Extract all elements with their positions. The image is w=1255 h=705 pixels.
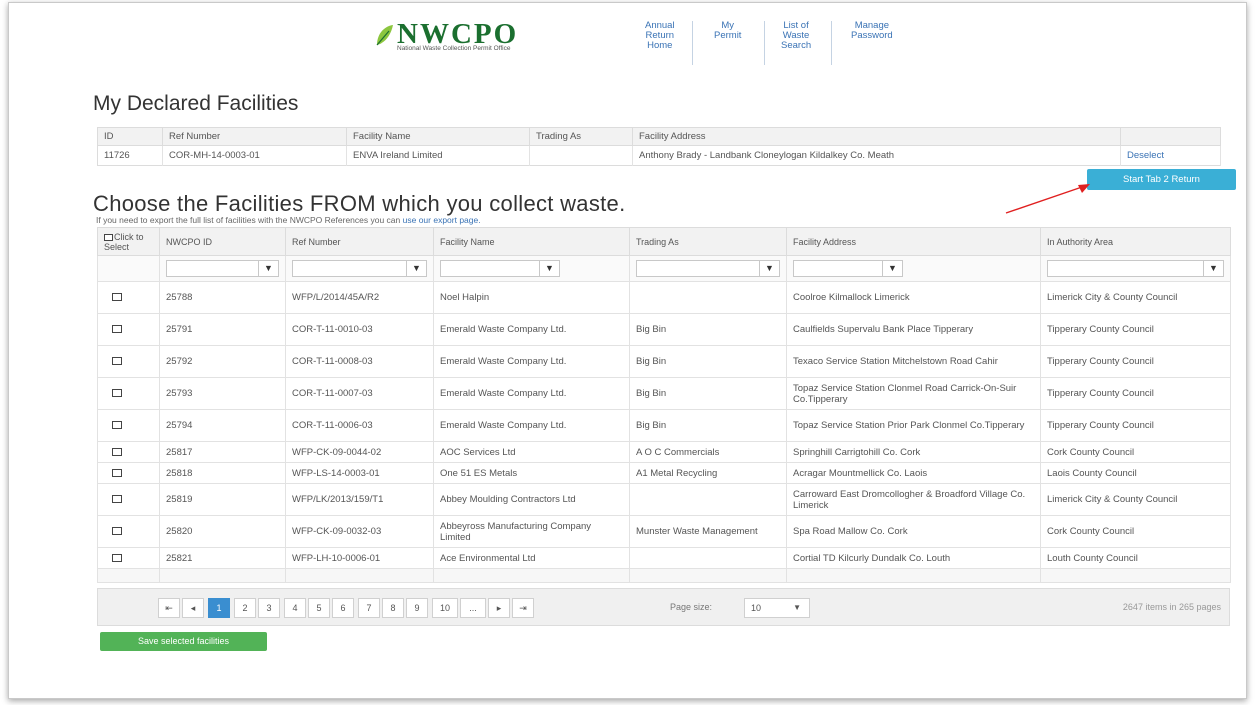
prev-page-button[interactable]: ◂: [182, 598, 204, 618]
page-frame: NWCPO National Waste Collection Permit O…: [8, 2, 1247, 699]
page-9-button[interactable]: 9: [406, 598, 428, 618]
export-help-text: If you need to export the full list of f…: [96, 215, 481, 225]
col-header[interactable]: In Authority Area: [1040, 227, 1231, 256]
table-row[interactable]: 25817 WFP-CK-09-0044-02 AOC Services Ltd…: [97, 441, 1231, 463]
first-page-button[interactable]: ⇤: [158, 598, 180, 618]
col-header: [1120, 127, 1221, 146]
page-5-button[interactable]: 5: [308, 598, 330, 618]
pager-info: 2647 items in 265 pages: [1122, 602, 1221, 612]
nwcpo-logo[interactable]: NWCPO National Waste Collection Permit O…: [371, 19, 611, 57]
row-select-checkbox[interactable]: [112, 468, 122, 477]
page-size-label: Page size:: [670, 602, 713, 612]
page-8-button[interactable]: 8: [382, 598, 404, 618]
table-row[interactable]: 25793 COR-T-11-0007-03 Emerald Waste Com…: [97, 377, 1231, 410]
col-header: Ref Number: [162, 127, 347, 146]
choose-facilities-title: Choose the Facilities FROM which you col…: [93, 191, 626, 216]
filter-ref-number[interactable]: ▼: [292, 260, 427, 277]
row-select-checkbox[interactable]: [112, 495, 122, 504]
page-10-button[interactable]: 10: [432, 598, 458, 618]
chevron-down-icon: ▼: [793, 603, 801, 612]
nav-my-permit[interactable]: My Permit: [714, 21, 741, 41]
col-header[interactable]: Facility Name: [433, 227, 630, 256]
filter-facility-address[interactable]: ▼: [793, 260, 903, 277]
table-row[interactable]: 25788 WFP/L/2014/45A/R2 Noel Halpin Cool…: [97, 281, 1231, 314]
table-row[interactable]: 25818 WFP-LS-14-0003-01 One 51 ES Metals…: [97, 462, 1231, 484]
cell-ref: COR-MH-14-0003-01: [162, 145, 347, 166]
cell-address: Anthony Brady - Landbank Cloneylogan Kil…: [632, 145, 1121, 166]
row-select-checkbox[interactable]: [112, 357, 122, 366]
filter-dropdown-icon[interactable]: ▼: [406, 261, 426, 276]
nav-manage-password[interactable]: Manage Password: [851, 21, 893, 41]
table-row[interactable]: 25792 COR-T-11-0008-03 Emerald Waste Com…: [97, 345, 1231, 378]
col-header[interactable]: Ref Number: [285, 227, 434, 256]
filter-trading-as[interactable]: ▼: [636, 260, 780, 277]
cell-id: 11726: [97, 145, 163, 166]
declared-facilities-title: My Declared Facilities: [93, 92, 299, 115]
table-row: 11726 COR-MH-14-0003-01 ENVA Ireland Lim…: [97, 145, 1221, 166]
col-header[interactable]: Facility Address: [786, 227, 1041, 256]
row-select-checkbox[interactable]: [112, 447, 122, 456]
col-header: Facility Address: [632, 127, 1121, 146]
col-header: Trading As: [529, 127, 633, 146]
table-row[interactable]: 25794 COR-T-11-0006-03 Emerald Waste Com…: [97, 409, 1231, 442]
site-header: NWCPO National Waste Collection Permit O…: [9, 3, 1246, 73]
page-3-button[interactable]: 3: [258, 598, 280, 618]
last-page-button[interactable]: ⇥: [512, 598, 534, 618]
row-select-checkbox[interactable]: [112, 389, 122, 398]
select-all-checkbox[interactable]: [104, 233, 113, 241]
col-header[interactable]: NWCPO ID: [159, 227, 286, 256]
filter-dropdown-icon[interactable]: ▼: [1203, 261, 1223, 276]
declared-header-row: ID Ref Number Facility Name Trading As F…: [97, 127, 1221, 146]
select-all-header[interactable]: Click to Select: [97, 227, 160, 256]
filter-authority-area[interactable]: ▼: [1047, 260, 1224, 277]
filter-dropdown-icon[interactable]: ▼: [258, 261, 278, 276]
table-row-empty: [97, 568, 1231, 583]
page-2-button[interactable]: 2: [234, 598, 256, 618]
col-header: Facility Name: [346, 127, 530, 146]
filter-dropdown-icon[interactable]: ▼: [759, 261, 779, 276]
grid-pager: ⇤ ◂ 1 2 3 4 5 6 7 8 9 10 ... ▸ ⇥ Page si…: [97, 588, 1230, 626]
nav-annual-return-home[interactable]: Annual Return Home: [645, 21, 675, 51]
table-row[interactable]: 25821 WFP-LH-10-0006-01 Ace Environmenta…: [97, 547, 1231, 569]
col-header[interactable]: Trading As: [629, 227, 787, 256]
table-row[interactable]: 25820 WFP-CK-09-0032-03 Abbeyross Manufa…: [97, 515, 1231, 548]
logo-leaf-icon: [376, 25, 393, 46]
next-page-button[interactable]: ▸: [488, 598, 510, 618]
save-selected-facilities-button[interactable]: Save selected facilities: [100, 632, 267, 651]
row-select-checkbox[interactable]: [112, 325, 122, 334]
filter-facility-name[interactable]: ▼: [440, 260, 560, 277]
nav-divider: [692, 21, 693, 65]
logo-subtitle: National Waste Collection Permit Office: [397, 45, 511, 52]
filter-dropdown-icon[interactable]: ▼: [539, 261, 559, 276]
nav-divider: [831, 21, 832, 65]
row-select-checkbox[interactable]: [112, 527, 122, 536]
page-6-button[interactable]: 6: [332, 598, 354, 618]
row-select-checkbox[interactable]: [112, 553, 122, 562]
filter-nwcpo-id[interactable]: ▼: [166, 260, 279, 277]
more-pages-button[interactable]: ...: [460, 598, 486, 618]
cell-name: ENVA Ireland Limited: [346, 145, 530, 166]
start-tab2-return-button[interactable]: Start Tab 2 Return: [1087, 169, 1236, 190]
nav-list-of-waste-search[interactable]: List of Waste Search: [781, 21, 811, 51]
row-select-checkbox[interactable]: [112, 293, 122, 302]
table-row[interactable]: 25791 COR-T-11-0010-03 Emerald Waste Com…: [97, 313, 1231, 346]
cell-trading: [529, 145, 633, 166]
grid-header-row: Click to Select NWCPO ID Ref Number Faci…: [97, 227, 1231, 256]
table-row[interactable]: 25819 WFP/LK/2013/159/T1 Abbey Moulding …: [97, 483, 1231, 516]
nav-divider: [764, 21, 765, 65]
page-size-select[interactable]: 10 ▼: [744, 598, 810, 618]
export-page-link[interactable]: use our export page.: [403, 215, 481, 225]
facilities-grid: Click to Select NWCPO ID Ref Number Faci…: [97, 227, 1231, 583]
page-4-button[interactable]: 4: [284, 598, 306, 618]
col-header: ID: [97, 127, 163, 146]
page-7-button[interactable]: 7: [358, 598, 380, 618]
declared-facilities-table: ID Ref Number Facility Name Trading As F…: [97, 127, 1221, 166]
row-select-checkbox[interactable]: [112, 421, 122, 430]
annotation-arrow-icon: [1005, 184, 1090, 214]
grid-filter-row: ▼ ▼ ▼ ▼ ▼ ▼: [97, 255, 1231, 282]
filter-dropdown-icon[interactable]: ▼: [882, 261, 902, 276]
page-1-button[interactable]: 1: [208, 598, 230, 618]
deselect-link[interactable]: Deselect: [1120, 145, 1221, 166]
